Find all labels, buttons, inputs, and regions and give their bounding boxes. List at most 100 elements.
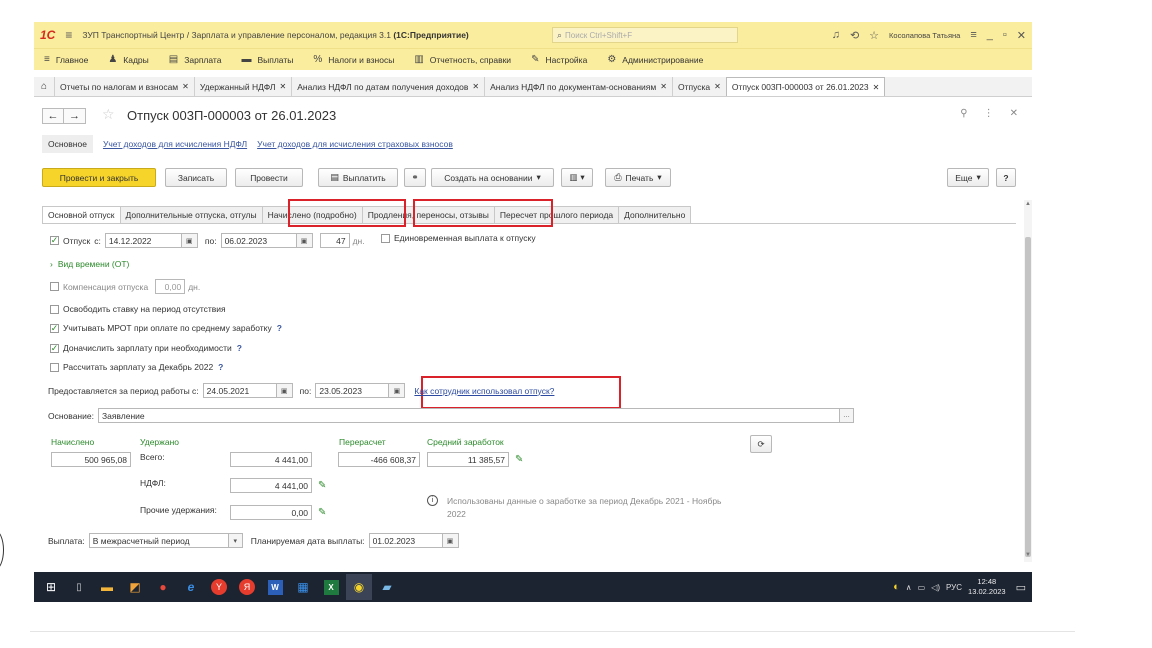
help-icon[interactable]: ?: [237, 343, 242, 353]
edit-pencil-icon[interactable]: ✎: [318, 507, 326, 518]
ellipsis-icon[interactable]: …: [839, 408, 854, 423]
close-icon[interactable]: ✕: [1017, 29, 1026, 42]
close-tab-icon[interactable]: ✕: [660, 82, 667, 91]
tab-vacation-document[interactable]: Отпуск 003П-000003 от 26.01.2023 ✕: [725, 77, 886, 96]
plan-date-input[interactable]: 01.02.2023: [368, 533, 443, 548]
calendar-icon[interactable]: ▣: [296, 233, 313, 248]
edit-pencil-icon[interactable]: ✎: [515, 454, 523, 465]
network-icon[interactable]: ▭: [918, 583, 926, 592]
forward-arrow-icon[interactable]: →: [64, 108, 86, 124]
tab-main-vacation[interactable]: Основной отпуск: [42, 206, 121, 224]
compensation-checkbox[interactable]: [50, 282, 59, 291]
internet-explorer-icon[interactable]: e: [178, 574, 204, 600]
scroll-down-icon[interactable]: ▼: [1025, 552, 1031, 558]
section-payments[interactable]: ▬ Выплаты: [241, 54, 293, 65]
network-app-icon[interactable]: ▦: [290, 574, 316, 600]
restore-icon[interactable]: ▫: [1003, 29, 1007, 41]
create-based-on-button[interactable]: Создать на основании ▾: [431, 168, 554, 187]
form-scrollbar-thumb[interactable]: [1025, 237, 1031, 557]
more-vertical-icon[interactable]: ⋮: [984, 108, 994, 119]
dropdown-icon[interactable]: ▾: [228, 533, 243, 548]
refresh-button[interactable]: ⟳: [750, 435, 772, 453]
close-tab-icon[interactable]: ✕: [182, 82, 189, 91]
vacation-days-input[interactable]: 47: [319, 233, 350, 248]
close-form-icon[interactable]: ✕: [1010, 108, 1018, 119]
subnav-ndfl-link[interactable]: Учет доходов для исчисления НДФЛ: [103, 139, 247, 149]
global-search-input[interactable]: ⌕ Поиск Ctrl+Shift+F: [552, 27, 738, 43]
free-rate-checkbox[interactable]: [50, 304, 59, 314]
section-admin[interactable]: ⚙ Администрирование: [607, 54, 703, 65]
vacation-from-input[interactable]: 14.12.2022: [104, 233, 182, 248]
mrot-checkbox[interactable]: ✓: [50, 323, 59, 333]
close-tab-icon[interactable]: ✕: [280, 82, 287, 91]
mail-app-icon[interactable]: ◩: [122, 574, 148, 600]
file-explorer-icon[interactable]: ▬: [94, 574, 120, 600]
section-reports[interactable]: ▥ Отчетность, справки: [414, 54, 511, 65]
volume-icon[interactable]: ◁): [931, 583, 940, 592]
notepad-icon[interactable]: ▰: [374, 574, 400, 600]
tab-extra-vacations[interactable]: Дополнительные отпуска, отгулы: [120, 206, 263, 224]
1c-app-icon[interactable]: ◉: [346, 574, 372, 600]
history-icon[interactable]: ⟲: [850, 29, 859, 42]
main-menu-icon[interactable]: ≡: [65, 28, 72, 42]
pay-button[interactable]: ▤ Выплатить: [318, 168, 398, 187]
subnav-main[interactable]: Основное: [42, 135, 93, 153]
document-menu-button[interactable]: ▥ ▾: [561, 168, 593, 187]
compensation-input[interactable]: 0,00: [155, 279, 186, 294]
section-salary[interactable]: ▤ Зарплата: [169, 54, 222, 65]
windows-start-icon[interactable]: ⊞: [38, 574, 64, 600]
work-period-from-input[interactable]: 24.05.2021: [202, 383, 277, 398]
vacation-to-input[interactable]: 06.02.2023: [220, 233, 297, 248]
link-icon[interactable]: ⚲: [960, 108, 967, 119]
post-button[interactable]: Провести: [235, 168, 303, 187]
close-tab-icon[interactable]: ✕: [873, 83, 880, 92]
input-language[interactable]: РУС: [946, 583, 962, 592]
tab-ndfl-by-docs[interactable]: Анализ НДФЛ по документам-основаниям ✕: [484, 77, 672, 96]
subnav-insurance-link[interactable]: Учет доходов для исчисления страховых вз…: [257, 139, 453, 149]
home-icon[interactable]: ⌂: [34, 77, 54, 96]
yandex-browser-icon[interactable]: Y: [206, 574, 232, 600]
save-button[interactable]: Записать: [165, 168, 227, 187]
scroll-up-icon[interactable]: ▲: [1025, 201, 1031, 207]
print-button[interactable]: ⎙ Печать ▾: [605, 168, 671, 187]
help-button[interactable]: ?: [996, 168, 1016, 187]
favorite-star-icon[interactable]: ☆: [102, 106, 115, 123]
payout-select[interactable]: В межрасчетный период: [88, 533, 229, 548]
section-settings[interactable]: ✎ Настройка: [531, 54, 587, 65]
task-view-icon[interactable]: ▯: [66, 574, 92, 600]
vacation-usage-link[interactable]: Как сотрудник использовал отпуск?: [414, 386, 554, 396]
tab-tax-reports[interactable]: Отчеты по налогам и взносам ✕: [54, 77, 194, 96]
section-taxes[interactable]: % Налоги и взносы: [313, 54, 394, 65]
calc-salary-checkbox[interactable]: [50, 362, 59, 372]
calendar-icon[interactable]: ▣: [442, 533, 459, 548]
extra-pay-checkbox[interactable]: ✓: [50, 343, 59, 353]
calendar-icon[interactable]: ▣: [276, 383, 293, 398]
post-and-close-button[interactable]: Провести и закрыть: [42, 168, 156, 187]
calendar-icon[interactable]: ▣: [181, 233, 198, 248]
more-button[interactable]: Еще ▾: [947, 168, 989, 187]
help-icon[interactable]: ?: [277, 323, 282, 333]
attach-button[interactable]: ⚭: [404, 168, 426, 187]
tab-ndfl-by-dates[interactable]: Анализ НДФЛ по датам получения доходов ✕: [291, 77, 484, 96]
favorites-star-icon[interactable]: ☆: [869, 29, 879, 42]
close-tab-icon[interactable]: ✕: [714, 82, 721, 91]
chevron-up-icon[interactable]: ∧: [906, 583, 912, 592]
tray-app-icon[interactable]: ◐: [893, 581, 900, 593]
tab-withheld-ndfl[interactable]: Удержанный НДФЛ ✕: [193, 77, 291, 96]
tab-vacations[interactable]: Отпуска ✕: [671, 77, 726, 96]
user-name[interactable]: Косолапова Татьяна: [889, 31, 960, 40]
work-period-to-input[interactable]: 23.05.2023: [315, 383, 390, 398]
minimize-icon[interactable]: _: [987, 29, 993, 41]
chrome-icon[interactable]: ●: [150, 574, 176, 600]
excel-icon[interactable]: X: [318, 574, 344, 600]
settings-menu-icon[interactable]: ≡: [970, 29, 976, 41]
clock[interactable]: 12:48 13.02.2023: [968, 577, 1006, 597]
yandex-icon[interactable]: Я: [234, 574, 260, 600]
word-icon[interactable]: W: [262, 574, 288, 600]
one-time-payment-checkbox[interactable]: [381, 233, 390, 243]
bell-icon[interactable]: ♫: [832, 29, 840, 41]
time-type-row[interactable]: › Вид времени (ОТ): [50, 259, 129, 269]
back-arrow-icon[interactable]: ←: [42, 108, 64, 124]
section-main[interactable]: ≡ Главное: [44, 54, 88, 65]
tab-additional[interactable]: Дополнительно: [619, 206, 692, 224]
